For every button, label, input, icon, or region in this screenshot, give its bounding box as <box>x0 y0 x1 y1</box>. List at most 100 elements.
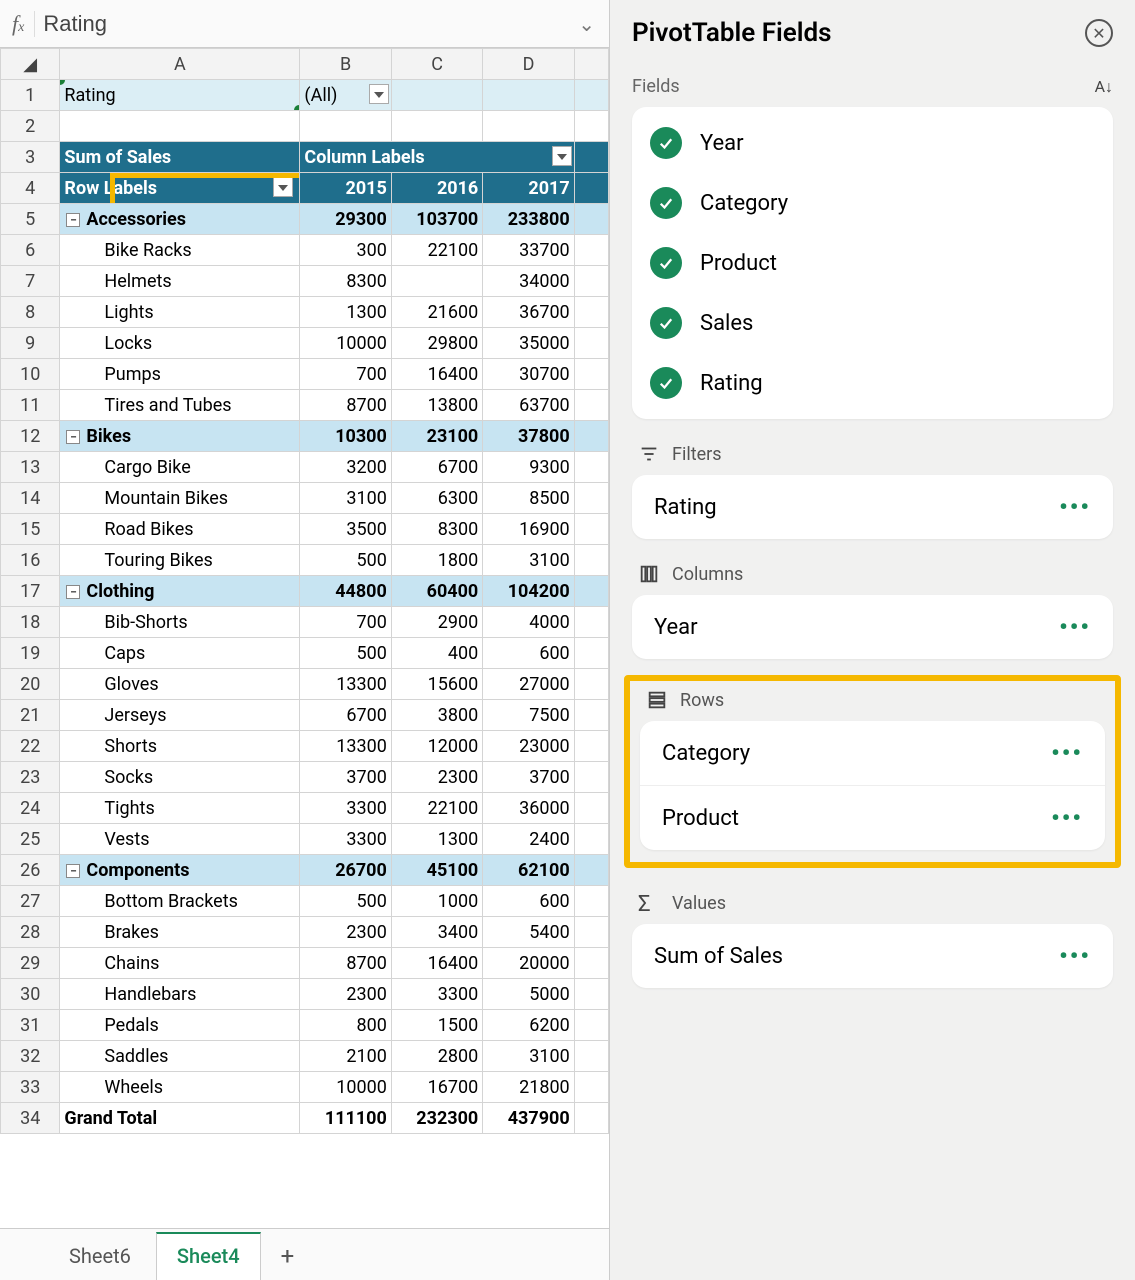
row-header[interactable]: 3 <box>1 142 60 173</box>
cell[interactable]: 8500 <box>483 483 574 514</box>
cell[interactable]: 35000 <box>483 328 574 359</box>
product-cell[interactable]: Helmets <box>60 266 300 297</box>
filter-dropdown-icon[interactable] <box>369 84 389 104</box>
col-header-B[interactable]: B <box>300 49 391 80</box>
product-cell[interactable]: Lights <box>60 297 300 328</box>
cell[interactable]: 26700 <box>300 855 391 886</box>
close-icon[interactable]: ✕ <box>1085 19 1113 47</box>
sort-icon[interactable]: A↓ <box>1095 77 1113 97</box>
row-header[interactable]: 13 <box>1 452 60 483</box>
product-cell[interactable]: Chains <box>60 948 300 979</box>
cell[interactable]: 2100 <box>300 1041 391 1072</box>
cell[interactable]: 3700 <box>483 762 574 793</box>
cell[interactable]: 6200 <box>483 1010 574 1041</box>
row-header[interactable]: 27 <box>1 886 60 917</box>
cell[interactable]: 23100 <box>391 421 482 452</box>
cell[interactable]: 23000 <box>483 731 574 762</box>
cell[interactable]: 3300 <box>300 824 391 855</box>
col-header-A[interactable]: A <box>60 49 300 80</box>
row-header[interactable]: 20 <box>1 669 60 700</box>
product-cell[interactable]: Handlebars <box>60 979 300 1010</box>
cell[interactable]: 13300 <box>300 669 391 700</box>
cell[interactable]: 1300 <box>300 297 391 328</box>
cell[interactable]: 8700 <box>300 390 391 421</box>
row-labels-cell[interactable]: Row Labels <box>60 173 300 204</box>
row-header[interactable]: 23 <box>1 762 60 793</box>
more-icon[interactable]: ••• <box>1059 613 1091 641</box>
product-cell[interactable]: Touring Bikes <box>60 545 300 576</box>
grid[interactable]: ◢ A B C D 1 Rating (All) 23 Sum of Sales… <box>0 48 609 1228</box>
field-item[interactable]: Year <box>632 113 1113 173</box>
cell[interactable]: 600 <box>483 638 574 669</box>
cell[interactable]: 232300 <box>391 1103 482 1134</box>
cell[interactable]: 104200 <box>483 576 574 607</box>
year-header[interactable]: 2016 <box>391 173 482 204</box>
row-header[interactable]: 15 <box>1 514 60 545</box>
cell[interactable]: 27000 <box>483 669 574 700</box>
cell[interactable] <box>483 80 574 111</box>
cell[interactable]: 16700 <box>391 1072 482 1103</box>
field-item[interactable]: Sales <box>632 293 1113 353</box>
more-icon[interactable]: ••• <box>1059 942 1091 970</box>
row-labels-filter-icon[interactable] <box>273 177 293 197</box>
drop-item[interactable]: Sum of Sales ••• <box>632 924 1113 988</box>
row-header[interactable]: 7 <box>1 266 60 297</box>
cell[interactable]: 700 <box>300 359 391 390</box>
cell[interactable]: 103700 <box>391 204 482 235</box>
row-header[interactable]: 34 <box>1 1103 60 1134</box>
product-cell[interactable]: Caps <box>60 638 300 669</box>
cell[interactable]: 8300 <box>391 514 482 545</box>
cell[interactable]: 21800 <box>483 1072 574 1103</box>
cell[interactable]: 1500 <box>391 1010 482 1041</box>
product-cell[interactable]: Bike Racks <box>60 235 300 266</box>
cell[interactable]: 44800 <box>300 576 391 607</box>
product-cell[interactable]: Bottom Brackets <box>60 886 300 917</box>
row-header[interactable]: 28 <box>1 917 60 948</box>
cell[interactable]: 3500 <box>300 514 391 545</box>
category-cell[interactable]: −Accessories <box>60 204 300 235</box>
cell[interactable]: 60400 <box>391 576 482 607</box>
sheet-tab-sheet6[interactable]: Sheet6 <box>48 1233 152 1280</box>
cell[interactable]: 437900 <box>483 1103 574 1134</box>
cell[interactable]: 7500 <box>483 700 574 731</box>
product-cell[interactable]: Wheels <box>60 1072 300 1103</box>
cell[interactable]: 5400 <box>483 917 574 948</box>
cell[interactable]: 3300 <box>391 979 482 1010</box>
product-cell[interactable]: Tires and Tubes <box>60 390 300 421</box>
row-header[interactable]: 4 <box>1 173 60 204</box>
col-header-D[interactable]: D <box>483 49 574 80</box>
column-filter-icon[interactable] <box>552 146 572 166</box>
cell[interactable]: 3400 <box>391 917 482 948</box>
cell[interactable]: 233800 <box>483 204 574 235</box>
cell[interactable]: 400 <box>391 638 482 669</box>
cell[interactable] <box>574 80 608 111</box>
more-icon[interactable]: ••• <box>1051 739 1083 767</box>
cell[interactable]: 63700 <box>483 390 574 421</box>
col-header-C[interactable]: C <box>391 49 482 80</box>
cell[interactable]: 15600 <box>391 669 482 700</box>
row-header[interactable]: 22 <box>1 731 60 762</box>
row-header[interactable]: 25 <box>1 824 60 855</box>
row-header[interactable]: 9 <box>1 328 60 359</box>
row-header[interactable]: 1 <box>1 80 60 111</box>
more-icon[interactable]: ••• <box>1059 493 1091 521</box>
drop-item[interactable]: Category ••• <box>640 721 1105 786</box>
cell[interactable]: 6700 <box>300 700 391 731</box>
cell[interactable]: 9300 <box>483 452 574 483</box>
product-cell[interactable]: Jerseys <box>60 700 300 731</box>
cell[interactable]: 300 <box>300 235 391 266</box>
select-all-corner[interactable]: ◢ <box>1 49 60 80</box>
category-cell[interactable]: −Bikes <box>60 421 300 452</box>
product-cell[interactable]: Socks <box>60 762 300 793</box>
row-header[interactable]: 6 <box>1 235 60 266</box>
cell[interactable]: 700 <box>300 607 391 638</box>
field-item[interactable]: Category <box>632 173 1113 233</box>
category-cell[interactable]: −Components <box>60 855 300 886</box>
new-sheet-button[interactable]: + <box>265 1232 311 1280</box>
values-dropzone[interactable]: Sum of Sales ••• <box>632 924 1113 988</box>
cell[interactable]: 800 <box>300 1010 391 1041</box>
collapse-icon[interactable]: − <box>66 430 80 444</box>
cell[interactable]: 3200 <box>300 452 391 483</box>
row-header[interactable]: 18 <box>1 607 60 638</box>
cell[interactable]: 16400 <box>391 948 482 979</box>
